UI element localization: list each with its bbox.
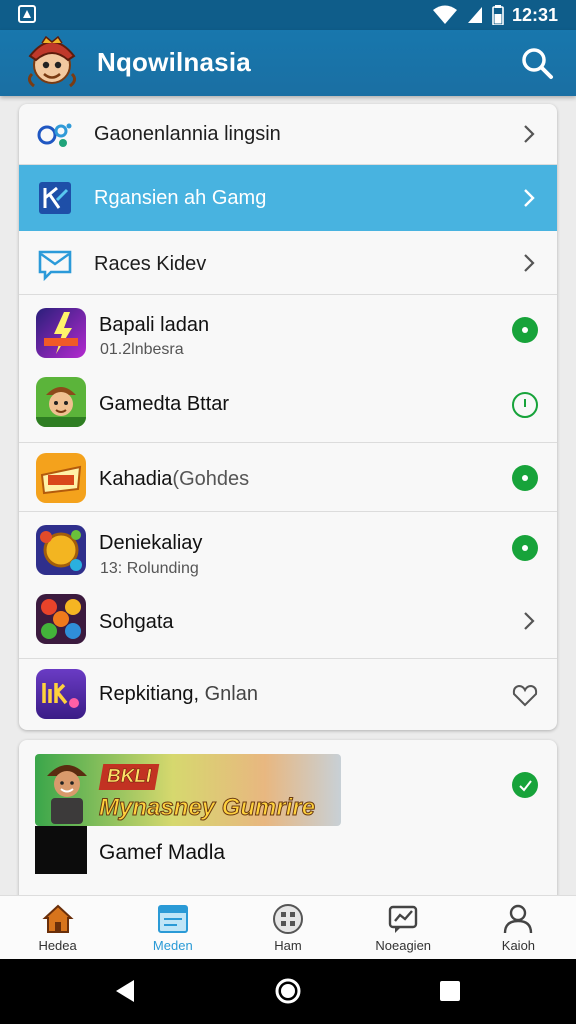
- installed-check-icon[interactable]: [511, 316, 539, 344]
- app-name: Bapali ladan: [99, 314, 210, 336]
- installed-check-icon[interactable]: [511, 534, 539, 562]
- nav-label: Ham: [274, 938, 302, 953]
- menu-card: Gaonenlannia lingsin Rgansien ah Gamg Ra…: [19, 104, 557, 730]
- nav-home[interactable]: Hedea: [0, 896, 115, 959]
- chevron-right-icon: [524, 189, 535, 207]
- app-bar: Nqowilnasia: [0, 30, 576, 96]
- purple-logo-game-icon: [36, 669, 86, 719]
- back-icon[interactable]: [112, 977, 140, 1005]
- search-icon[interactable]: [520, 46, 554, 80]
- pending-check-icon[interactable]: [511, 391, 539, 419]
- wifi-icon: [432, 5, 457, 24]
- featured-label: Gamef Madla: [99, 841, 226, 864]
- app-list-item[interactable]: Repkitiang, Gnlan: [19, 659, 557, 730]
- chevron-right-icon: [524, 125, 535, 143]
- app-subtitle: 01.2lnbesra: [100, 341, 184, 358]
- adventure-hero-game-icon: [36, 377, 86, 427]
- installed-check-icon[interactable]: [511, 771, 539, 799]
- nav-media[interactable]: Meden: [115, 896, 230, 959]
- nav-label: Hedea: [38, 938, 77, 953]
- app-list-item[interactable]: Bapali ladan 01.2lnbesra: [19, 295, 557, 365]
- app-notification-icon: [18, 5, 36, 23]
- system-navigation-bar: [0, 959, 576, 1024]
- home-button-icon[interactable]: [274, 977, 302, 1005]
- app-subtitle: 13: Rolunding: [100, 560, 199, 577]
- status-bar: 12:31: [0, 0, 576, 30]
- featured-thumbnail: [35, 826, 87, 874]
- chevron-right-icon: [524, 254, 535, 272]
- app-name: Kahadia(Gohdes: [99, 468, 250, 490]
- nav-label: Noeagien: [375, 938, 432, 953]
- nav-label: Meden: [152, 938, 193, 953]
- app-list-item[interactable]: Kahadia(Gohdes: [19, 443, 557, 512]
- app-list-item[interactable]: Sohgata: [19, 584, 557, 659]
- featured-banner[interactable]: BKLI Mynasney Gumrire: [35, 754, 341, 826]
- banner-tag: BKLI: [98, 764, 160, 790]
- app-name: Sohgata: [99, 611, 174, 633]
- app-list-item[interactable]: Gamedta Bttar: [19, 365, 557, 443]
- mascot-logo-icon[interactable]: [22, 34, 82, 92]
- orange-badge-game-icon: [36, 453, 86, 503]
- apps-grid-icon: [273, 904, 303, 934]
- heart-outline-icon[interactable]: [511, 681, 539, 709]
- character-icon: [47, 765, 87, 824]
- app-title: Nqowilnasia: [97, 47, 251, 77]
- app-list-item[interactable]: Deniekaliay 13: Rolunding: [19, 512, 557, 584]
- purple-lightning-game-icon: [36, 308, 86, 358]
- app-name: Deniekaliay: [99, 532, 203, 554]
- gem-match-game-icon: [36, 594, 86, 644]
- banner-title: Mynasney Gumrire: [98, 794, 316, 822]
- recents-icon[interactable]: [436, 977, 464, 1005]
- app-name: Repkitiang, Gnlan: [99, 683, 258, 705]
- categories-icon: [37, 123, 72, 147]
- menu-item-label: Gaonenlannia lingsin: [94, 123, 281, 145]
- chat-icon: [389, 905, 418, 933]
- menu-item-label: Rgansien ah Gamg: [94, 187, 267, 209]
- installed-check-icon[interactable]: [511, 464, 539, 492]
- menu-item-messages[interactable]: Races Kidev: [19, 231, 557, 295]
- message-icon: [38, 250, 72, 281]
- nav-apps[interactable]: Ham: [230, 896, 345, 959]
- nav-chat[interactable]: Noeagien: [346, 896, 461, 959]
- menu-item-label: Races Kidev: [94, 253, 207, 275]
- menu-item-categories[interactable]: Gaonenlannia lingsin: [19, 104, 557, 165]
- chevron-right-icon[interactable]: [519, 611, 539, 631]
- bottom-navigation: Hedea Meden Ham Noeagien Kaioh: [0, 895, 576, 959]
- nav-label: Kaioh: [501, 938, 536, 953]
- signal-icon: [467, 7, 482, 23]
- home-icon: [42, 904, 74, 933]
- app-name: Gamedta Bttar: [99, 393, 230, 415]
- coin-puzzle-game-icon: [36, 525, 86, 575]
- gaming-icon: [39, 182, 71, 214]
- media-icon: [157, 905, 188, 933]
- featured-card[interactable]: BKLI Mynasney Gumrire Gamef Madla: [19, 740, 557, 910]
- nav-profile[interactable]: Kaioh: [461, 896, 576, 959]
- menu-item-gaming[interactable]: Rgansien ah Gamg: [19, 165, 557, 231]
- battery-icon: [492, 5, 504, 25]
- profile-icon: [504, 904, 533, 934]
- clock: 12:31: [511, 4, 558, 25]
